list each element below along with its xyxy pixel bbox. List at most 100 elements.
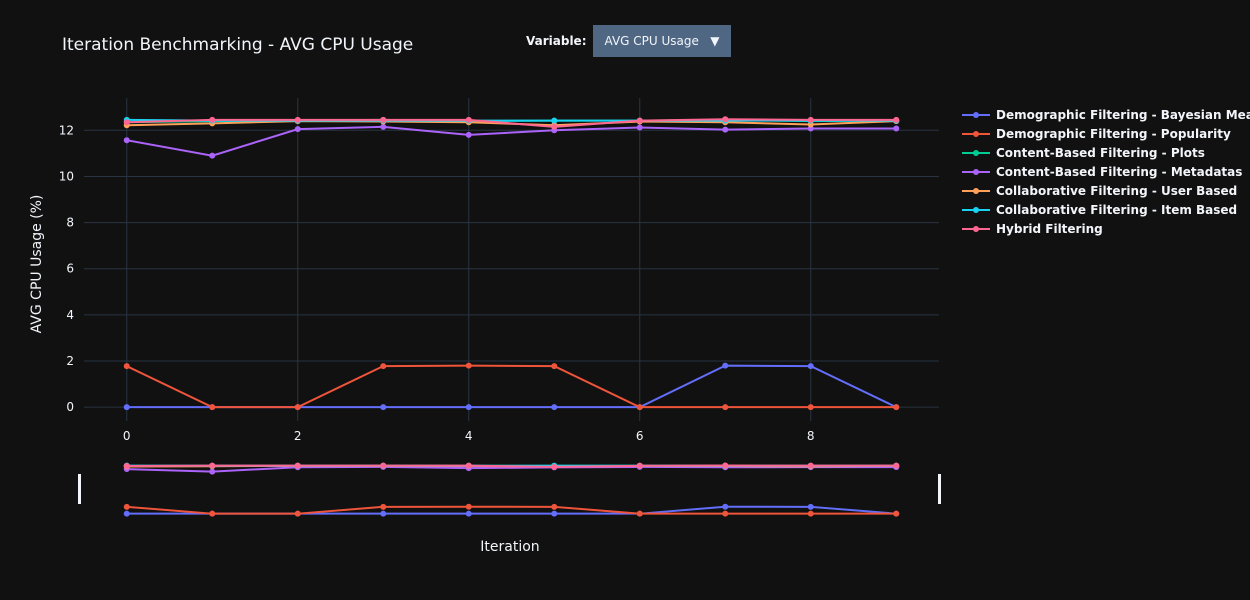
slider-data-point (893, 510, 900, 517)
slider-data-point (123, 503, 130, 510)
legend-marker (973, 188, 979, 194)
data-point (893, 116, 900, 123)
data-point (807, 116, 814, 123)
slider-data-point (551, 510, 558, 517)
variable-selector: Variable: AVG CPU Usage ▼ (526, 25, 731, 57)
slider-data-point (209, 462, 216, 469)
x-axis-label: Iteration (480, 539, 539, 555)
data-point (636, 117, 643, 124)
slider-data-point (722, 510, 729, 517)
legend-marker (973, 207, 979, 213)
slider-data-point (722, 462, 729, 469)
legend-item: Content-Based Filtering - Plots (962, 146, 1205, 160)
series-line (126, 364, 897, 409)
slider-data-point (123, 463, 130, 470)
x-tick-label: 6 (636, 429, 644, 443)
y-tick-label: 10 (59, 169, 74, 183)
slider-series-line (126, 505, 897, 515)
data-point (209, 152, 216, 159)
range-slider-right-handle[interactable] (938, 474, 941, 504)
legend-marker (973, 169, 979, 175)
legend: Demographic Filtering - Bayesian Mean Dem… (962, 108, 1250, 236)
range-slider-left-handle[interactable] (78, 474, 81, 504)
data-point (722, 126, 729, 133)
data-point (294, 126, 301, 133)
slider-data-point (893, 462, 900, 469)
triangle-down-icon: ▼ (710, 34, 720, 48)
slider-data-point (551, 503, 558, 510)
data-point (465, 116, 472, 123)
x-tick-label: 2 (294, 429, 302, 443)
y-tick-label: 6 (66, 262, 74, 276)
data-point (123, 137, 130, 144)
data-point (551, 363, 558, 370)
data-point (209, 404, 216, 411)
chart-title: Iteration Benchmarking - AVG CPU Usage (62, 35, 413, 55)
data-point (636, 404, 643, 411)
data-point (123, 363, 130, 370)
grid (84, 98, 939, 421)
data-point (380, 404, 387, 411)
series-line (126, 125, 897, 157)
slider-data-point (465, 503, 472, 510)
variable-dropdown-value: AVG CPU Usage (604, 34, 699, 48)
slider-data-point (380, 510, 387, 517)
legend-label: Hybrid Filtering (996, 222, 1103, 236)
x-tick-label: 4 (465, 429, 473, 443)
data-point (551, 123, 558, 130)
slider-data-point (807, 510, 814, 517)
data-point (123, 404, 130, 411)
data-point (465, 131, 472, 138)
legend-marker (973, 131, 979, 137)
data-point (722, 404, 729, 411)
y-tick-label: 8 (66, 216, 74, 230)
legend-marker (973, 112, 979, 118)
legend-marker (973, 226, 979, 232)
slider-data-point (807, 503, 814, 510)
slider-series-line (126, 465, 897, 473)
legend-label: Content-Based Filtering - Metadatas (996, 165, 1242, 179)
data-point (209, 116, 216, 123)
legend-item: Collaborative Filtering - User Based (962, 184, 1237, 198)
data-point (893, 404, 900, 411)
y-axis-label: AVG CPU Usage (%) (29, 195, 45, 334)
y-tick-label: 4 (66, 308, 74, 322)
slider-data-point (294, 510, 301, 517)
data-point (722, 116, 729, 123)
data-point (380, 123, 387, 130)
data-point (636, 124, 643, 131)
y-tick-label: 0 (66, 400, 74, 414)
data-point (465, 362, 472, 369)
x-tick-label: 8 (807, 429, 815, 443)
legend-item: Demographic Filtering - Popularity (962, 127, 1231, 141)
variable-dropdown[interactable]: AVG CPU Usage ▼ (592, 25, 731, 57)
data-point (380, 116, 387, 123)
slider-data-point (636, 510, 643, 517)
slider-data-point (636, 462, 643, 469)
y-tick-label: 2 (66, 354, 74, 368)
data-point (294, 116, 301, 123)
axis-ticks: 0 2 4 6 8 10 12 0 2 4 6 8 (59, 123, 815, 443)
data-point (380, 363, 387, 370)
variable-label: Variable: (526, 34, 587, 48)
legend-label: Demographic Filtering - Popularity (996, 127, 1231, 141)
legend-label: Content-Based Filtering - Plots (996, 146, 1205, 160)
y-tick-label: 12 (59, 123, 74, 137)
slider-data-point (294, 462, 301, 469)
chart: Iteration Benchmarking - AVG CPU Usage 0… (29, 35, 1250, 555)
slider-data-point (465, 510, 472, 517)
series-line (126, 364, 897, 409)
data-point (123, 119, 130, 126)
data-point (465, 404, 472, 411)
plot-area (123, 116, 900, 411)
legend-item: Hybrid Filtering (962, 222, 1103, 236)
slider-data-point (209, 510, 216, 517)
range-slider[interactable] (78, 462, 941, 517)
legend-item: Demographic Filtering - Bayesian Mean (962, 108, 1250, 122)
data-point (551, 404, 558, 411)
legend-label: Collaborative Filtering - Item Based (996, 203, 1237, 217)
legend-label: Collaborative Filtering - User Based (996, 184, 1237, 198)
x-tick-label: 0 (123, 429, 131, 443)
slider-data-point (209, 468, 216, 475)
slider-data-point (380, 462, 387, 469)
